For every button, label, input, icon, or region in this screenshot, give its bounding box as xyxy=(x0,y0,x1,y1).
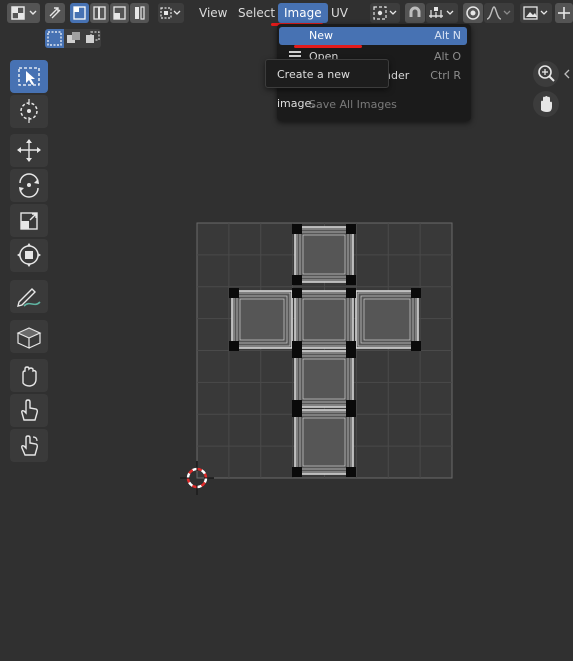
relax-tool[interactable] xyxy=(10,429,48,462)
pinch-icon xyxy=(21,399,39,421)
cursor-icon xyxy=(20,99,38,123)
cursor-tool[interactable] xyxy=(10,95,48,128)
grab-hand-icon xyxy=(22,366,37,387)
tooltip: Create a new image. xyxy=(265,59,389,110)
new-item-red-underline xyxy=(294,45,362,48)
pan-button[interactable] xyxy=(533,91,559,117)
zoom-icon xyxy=(538,65,555,82)
move-icon xyxy=(17,139,41,162)
uv-sculpt-grab-icon xyxy=(16,327,42,349)
annotate-icon xyxy=(17,288,41,307)
menu-item-new[interactable]: New Alt N xyxy=(279,27,467,45)
pan-hand-icon xyxy=(541,96,552,112)
chevron-left-icon xyxy=(564,69,570,79)
menu-item-open-shortcut: Alt O xyxy=(433,50,461,61)
pinch-tool[interactable] xyxy=(10,394,48,427)
menu-item-new-shortcut: Alt N xyxy=(434,29,461,42)
scale-tool[interactable] xyxy=(10,204,48,237)
uv-sculpt-tool[interactable] xyxy=(10,320,48,353)
transform-tool[interactable] xyxy=(10,239,48,272)
select-box-icon xyxy=(18,67,40,86)
relax-icon xyxy=(21,435,39,456)
sidebar-toggle[interactable] xyxy=(562,66,573,80)
annotate-tool[interactable] xyxy=(10,280,48,313)
menu-item-render-shortcut: Ctrl R xyxy=(430,69,461,82)
select-box-tool[interactable] xyxy=(10,60,48,93)
rotate-icon xyxy=(19,173,39,198)
rotate-tool[interactable] xyxy=(10,169,48,202)
transform-icon xyxy=(17,243,41,267)
grab-tool[interactable] xyxy=(10,359,48,392)
zoom-button[interactable] xyxy=(533,61,559,87)
menu-item-new-label: New xyxy=(309,29,333,42)
move-tool[interactable] xyxy=(10,134,48,167)
menu-item-save-all-label: Save All Images xyxy=(309,98,397,111)
scale-icon xyxy=(20,212,38,230)
